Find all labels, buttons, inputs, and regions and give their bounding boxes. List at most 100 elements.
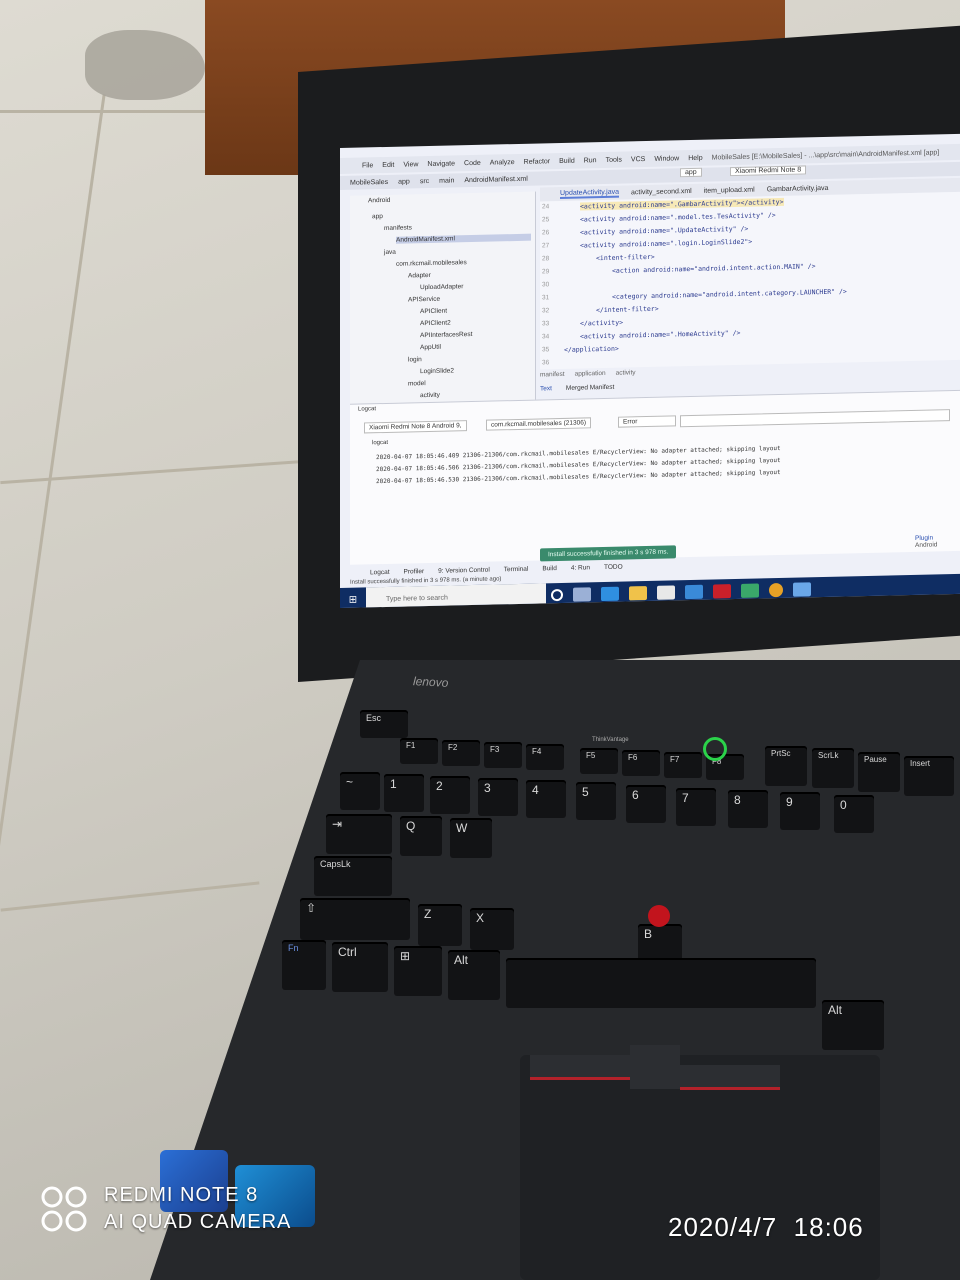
key-q[interactable]: Q [400, 816, 442, 856]
key-x[interactable]: X [470, 908, 514, 950]
menu-navigate[interactable]: Navigate [427, 160, 455, 168]
touchpad-right-button[interactable] [680, 1065, 780, 1090]
tree-item[interactable]: manifests [384, 224, 412, 232]
app-icon[interactable] [793, 582, 811, 597]
thinkvantage-button[interactable]: ThinkVantage [592, 737, 629, 743]
chrome-icon[interactable] [769, 582, 783, 598]
key-fn[interactable]: Fn [282, 940, 326, 990]
tree-item[interactable]: java [384, 249, 396, 256]
tree-item[interactable]: LoginSlide2 [420, 367, 454, 375]
tree-item[interactable]: activity [420, 392, 440, 399]
menu-view[interactable]: View [403, 161, 418, 168]
tab-profiler[interactable]: Profiler [404, 568, 425, 578]
key-f2[interactable]: F2 [442, 740, 480, 766]
crumb-activity-tag[interactable]: activity [616, 369, 636, 376]
key-f6[interactable]: F6 [622, 750, 660, 776]
touchpad-middle-button[interactable] [630, 1045, 680, 1089]
key-8[interactable]: 8 [728, 790, 768, 828]
windows-start-icon[interactable]: ⊞ [340, 587, 366, 608]
file-explorer-icon[interactable] [629, 586, 647, 601]
key-insert[interactable]: Insert [904, 756, 954, 796]
tab-build[interactable]: Build [542, 565, 556, 575]
key-w[interactable]: W [450, 818, 492, 858]
project-view-select[interactable]: Android [368, 197, 390, 205]
key-9[interactable]: 9 [780, 792, 820, 830]
key-windows[interactable]: ⊞ [394, 946, 442, 996]
crumb-src[interactable]: src [420, 177, 429, 184]
store-icon[interactable] [657, 585, 675, 600]
key-2[interactable]: 2 [430, 776, 470, 814]
tree-item[interactable]: AppUtil [420, 344, 441, 351]
key-4[interactable]: 4 [526, 780, 566, 818]
crumb-manifest[interactable]: AndroidManifest.xml [464, 175, 527, 183]
tree-item[interactable]: app [372, 213, 383, 220]
cortana-icon[interactable] [551, 588, 563, 602]
crumb-project[interactable]: MobileSales [350, 178, 388, 186]
touchpad[interactable] [520, 1045, 880, 1280]
menu-help[interactable]: Help [688, 154, 702, 161]
tab-activity-second[interactable]: activity_second.xml [631, 188, 692, 196]
crumb-app[interactable]: app [398, 178, 410, 185]
tab-merged-manifest[interactable]: Merged Manifest [566, 384, 614, 392]
key-f3[interactable]: F3 [484, 742, 522, 768]
key-f4[interactable]: F4 [526, 744, 564, 770]
tab-todo[interactable]: TODO [604, 564, 623, 574]
trackpoint[interactable] [648, 905, 670, 927]
edge-icon[interactable] [601, 586, 619, 602]
tab-text[interactable]: Text [540, 385, 552, 392]
menu-refactor[interactable]: Refactor [524, 158, 550, 166]
key-6[interactable]: 6 [626, 785, 666, 823]
key-5[interactable]: 5 [576, 782, 616, 820]
menu-edit[interactable]: Edit [382, 161, 394, 168]
power-button-icon[interactable] [703, 737, 727, 761]
crumb-application-tag[interactable]: application [575, 370, 606, 378]
run-config-select[interactable]: app [680, 167, 702, 178]
key-esc[interactable]: Esc [360, 710, 408, 738]
tab-terminal[interactable]: Terminal [504, 566, 529, 577]
tab-gambar-activity[interactable]: GambarActivity.java [767, 184, 829, 192]
tree-item[interactable]: com.rkcmail.mobilesales [396, 259, 467, 268]
tree-item[interactable]: Adapter [408, 272, 431, 280]
menu-build[interactable]: Build [559, 157, 575, 164]
plugin-notice[interactable]: Plugin Android [915, 534, 937, 549]
tree-item-selected[interactable]: AndroidManifest.xml [396, 233, 531, 244]
tree-item[interactable]: UploadAdapter [420, 283, 463, 291]
android-studio-icon[interactable] [741, 583, 759, 598]
key-space[interactable] [506, 958, 816, 1008]
key-3[interactable]: 3 [478, 778, 518, 816]
menu-tools[interactable]: Tools [606, 156, 622, 163]
tab-run[interactable]: 4: Run [571, 564, 590, 574]
key-0[interactable]: 0 [834, 795, 874, 833]
tree-item[interactable]: login [408, 356, 422, 363]
task-view-icon[interactable] [573, 587, 591, 602]
crumb-main[interactable]: main [439, 177, 454, 184]
tree-item[interactable]: APIClient [420, 308, 447, 316]
logcat-tab[interactable]: logcat [372, 440, 388, 446]
crumb-manifest-tag[interactable]: manifest [540, 371, 565, 379]
device-select[interactable]: Xiaomi Redmi Note 8 [730, 165, 807, 177]
key-pause[interactable]: Pause [858, 752, 900, 792]
tab-update-activity[interactable]: UpdateActivity.java [560, 188, 620, 199]
key-alt[interactable]: Alt [448, 950, 500, 1000]
tab-item-upload[interactable]: item_upload.xml [704, 186, 755, 194]
key-f1[interactable]: F1 [400, 738, 438, 764]
menu-window[interactable]: Window [654, 155, 679, 163]
tree-item[interactable]: APIClient2 [420, 319, 451, 327]
key-z[interactable]: Z [418, 904, 462, 946]
key-shift[interactable]: ⇧ [300, 898, 410, 940]
logcat-level-select[interactable]: Error [618, 415, 676, 428]
app-icon[interactable] [713, 584, 731, 599]
tree-item[interactable]: model [408, 380, 426, 387]
menu-file[interactable]: File [362, 162, 373, 169]
key-7[interactable]: 7 [676, 788, 716, 826]
tree-item[interactable]: APIInterfacesRest [420, 331, 472, 339]
logcat-process-select[interactable]: com.rkcmail.mobilesales (21306) [486, 417, 592, 431]
menu-run[interactable]: Run [584, 157, 597, 164]
key-tilde[interactable]: ~ [340, 772, 380, 810]
menu-code[interactable]: Code [464, 159, 481, 166]
menu-analyze[interactable]: Analyze [490, 159, 515, 167]
key-f7[interactable]: F7 [664, 752, 702, 778]
key-f5[interactable]: F5 [580, 748, 618, 774]
menu-vcs[interactable]: VCS [631, 156, 645, 163]
touchpad-left-button[interactable] [530, 1055, 630, 1080]
